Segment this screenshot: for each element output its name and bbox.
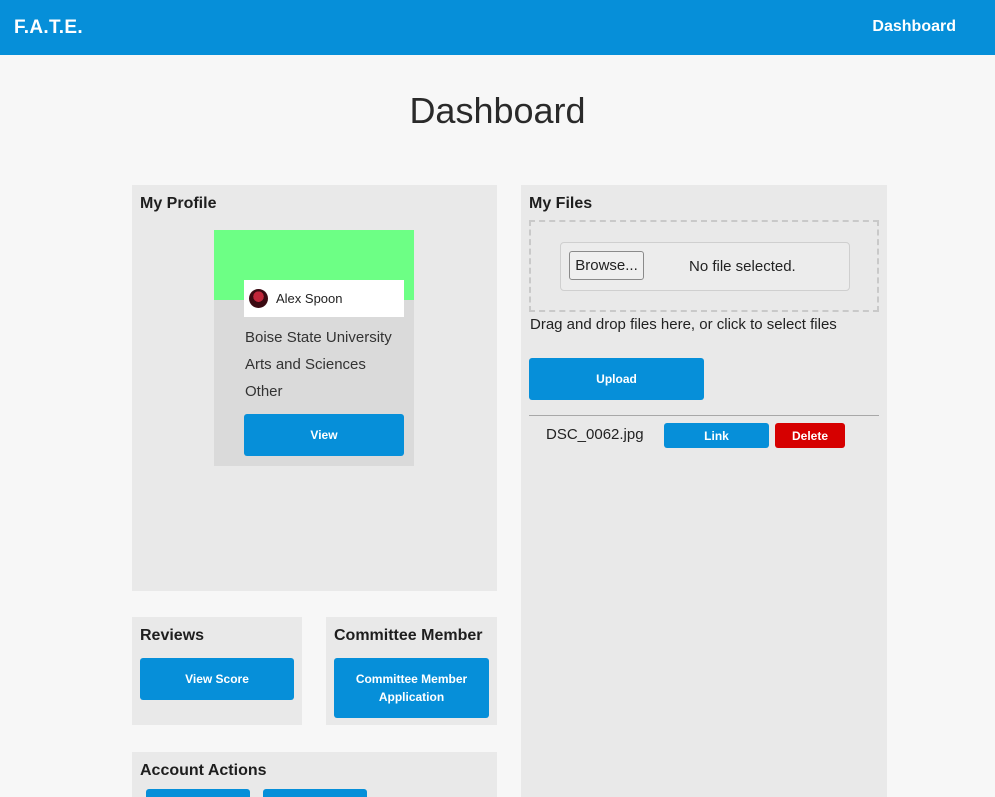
view-score-button[interactable]: View Score [140, 658, 294, 700]
files-panel: My Files Browse... No file selected. Dra… [521, 185, 887, 797]
file-divider [529, 415, 879, 416]
profile-panel-title: My Profile [140, 195, 217, 212]
profile-other: Other [245, 383, 283, 400]
committee-panel-title: Committee Member [334, 627, 483, 644]
view-profile-button[interactable]: View [244, 414, 404, 456]
profile-name-box: Alex Spoon [244, 280, 404, 317]
file-name: DSC_0062.jpg [546, 426, 644, 443]
avatar [249, 289, 268, 308]
reviews-panel-title: Reviews [140, 627, 205, 644]
account-action-button-1[interactable] [146, 789, 250, 797]
profile-college: Arts and Sciences [245, 356, 366, 373]
nav-link-dashboard[interactable]: Dashboard [872, 18, 956, 36]
committee-application-button[interactable]: Committee Member Application [334, 658, 489, 718]
drop-hint: Drag and drop files here, or click to se… [530, 316, 837, 333]
profile-university: Boise State University [245, 329, 392, 346]
files-panel-title: My Files [529, 195, 593, 212]
account-panel: Account Actions [132, 752, 497, 797]
brand-logo[interactable]: F.A.T.E. [14, 17, 83, 39]
file-input[interactable]: Browse... No file selected. [560, 242, 850, 291]
browse-button[interactable]: Browse... [569, 251, 644, 280]
navbar: F.A.T.E. Dashboard [0, 0, 995, 55]
no-file-text: No file selected. [689, 258, 796, 275]
account-action-button-2[interactable] [263, 789, 367, 797]
profile-panel: My Profile Alex Spoon Boise State Univer… [132, 185, 497, 591]
file-link-button[interactable]: Link [664, 423, 769, 448]
file-dropzone[interactable]: Browse... No file selected. [529, 220, 879, 312]
page-title: Dashboard [409, 90, 586, 131]
committee-panel: Committee Member Committee Member Applic… [326, 617, 497, 725]
upload-button[interactable]: Upload [529, 358, 704, 400]
profile-name: Alex Spoon [276, 291, 343, 306]
reviews-panel: Reviews View Score [132, 617, 302, 725]
account-panel-title: Account Actions [140, 762, 267, 779]
profile-card: Alex Spoon Boise State University Arts a… [214, 230, 414, 466]
file-delete-button[interactable]: Delete [775, 423, 845, 448]
